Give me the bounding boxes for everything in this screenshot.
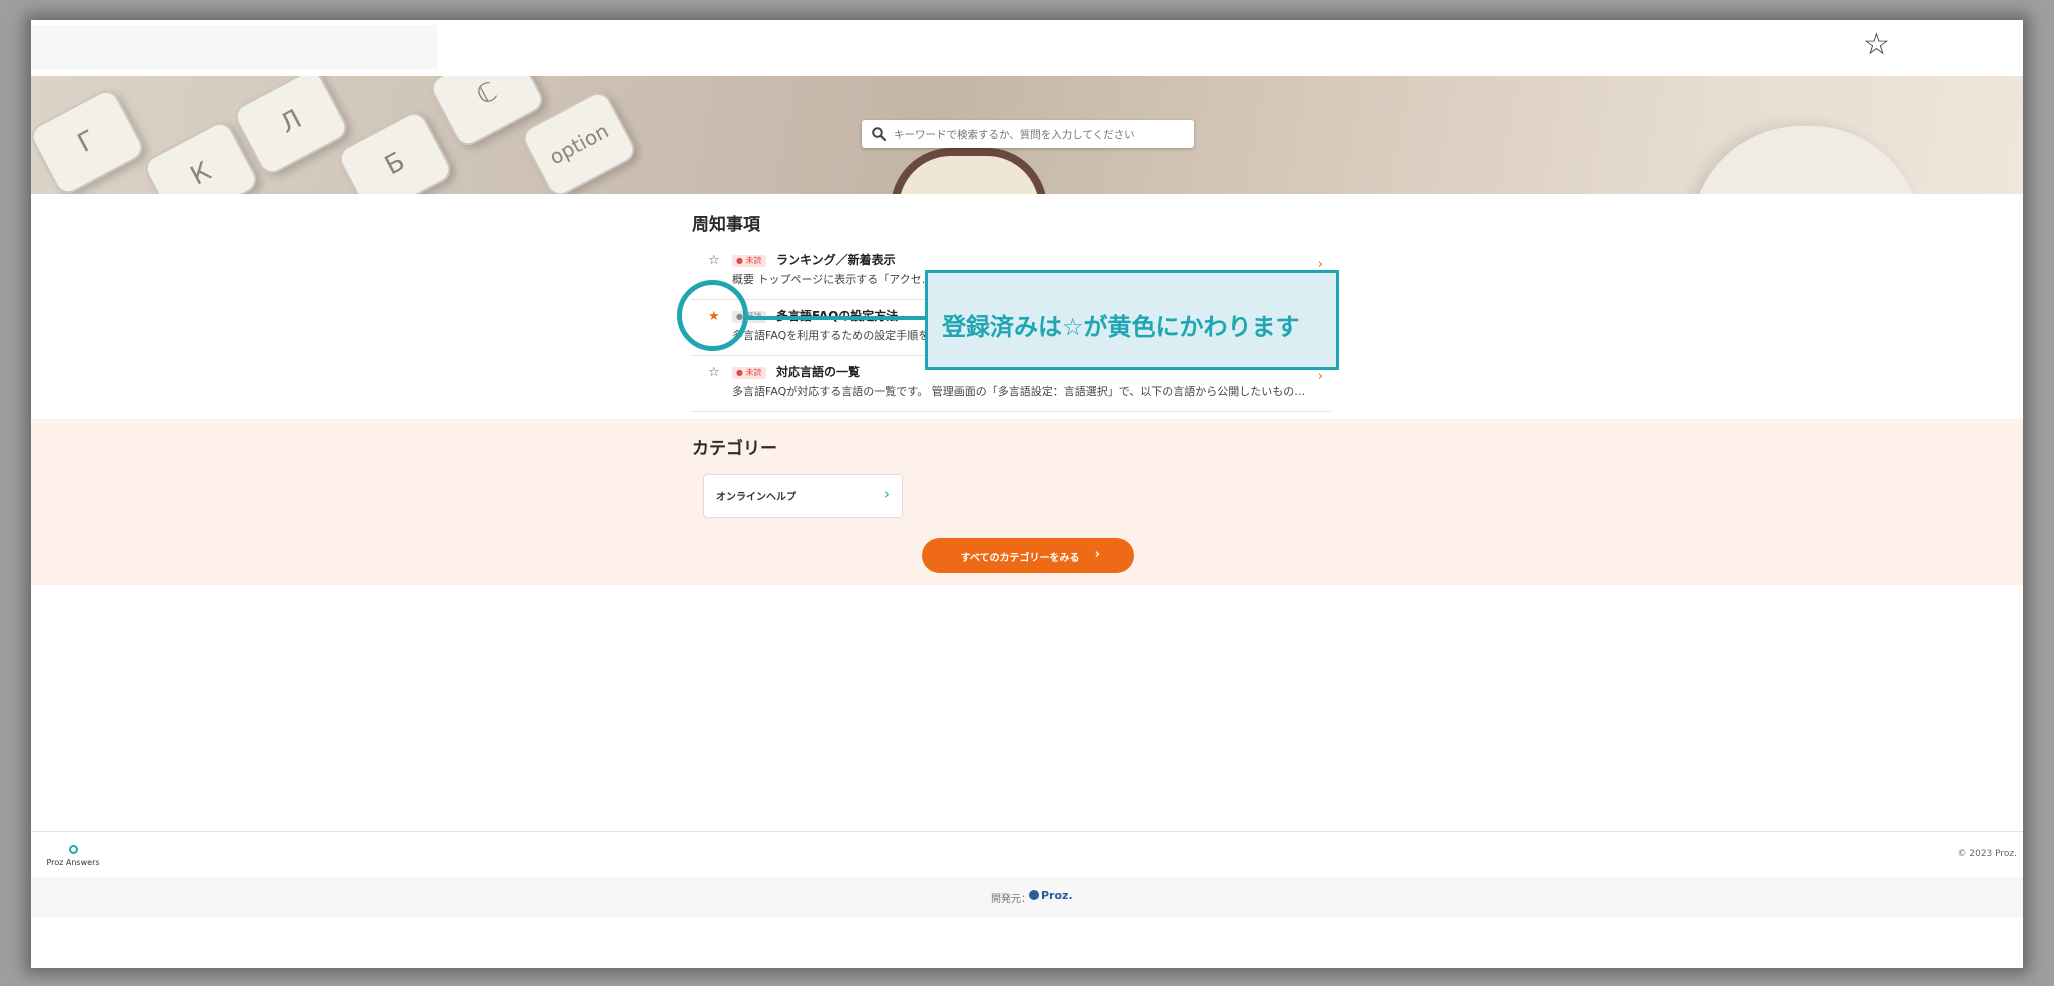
unread-badge: ● 未読: [732, 255, 766, 267]
category-label: オンラインヘルプ: [716, 492, 796, 503]
all-categories-button[interactable]: すべてのカテゴリーをみる ›: [922, 538, 1134, 573]
notices-heading: 周知事項: [692, 215, 760, 235]
hero-mouse-image: [1691, 126, 1921, 194]
developer-bar: 開発元： Proz.: [31, 877, 2023, 917]
proz-logo-icon: [1029, 890, 1039, 900]
footer-brand-name: Proz Answers: [46, 858, 100, 867]
notice-title[interactable]: ランキング／新着表示: [776, 251, 896, 268]
annotation-highlight-circle: [677, 280, 748, 351]
search-input[interactable]: [892, 123, 1192, 147]
chevron-right-icon: ›: [1317, 369, 1323, 384]
favorites-star-icon[interactable]: ☆: [1863, 30, 1890, 60]
footer-divider: [31, 831, 2023, 832]
keyboard-key: Б: [334, 107, 456, 194]
all-categories-label: すべてのカテゴリーをみる: [960, 553, 1080, 564]
proz-answers-logo-icon: [68, 845, 78, 854]
developer-label: 開発元：: [991, 894, 1031, 905]
site-logo-area[interactable]: [31, 25, 437, 69]
annotation-callout: 登録済みは☆が黄色にかわります: [925, 270, 1339, 370]
notice-description: 多言語FAQが対応する言語の一覧です。 管理画面の「多言語設定：言語選択」で、以…: [732, 385, 1312, 398]
developer-name: Proz.: [1041, 889, 1073, 902]
developer-link[interactable]: Proz.: [1029, 889, 1073, 902]
annotation-text: 登録済みは☆が黄色にかわります: [942, 313, 1300, 341]
keyboard-key: Г: [31, 85, 148, 194]
categories-heading: カテゴリー: [692, 439, 777, 459]
chevron-right-icon: ›: [884, 485, 890, 503]
favorite-star-icon[interactable]: ☆: [708, 365, 720, 380]
chevron-right-icon: ›: [1094, 547, 1100, 562]
hero-mouse-image: [891, 148, 1047, 194]
site-header: ☆: [31, 20, 2023, 76]
category-card[interactable]: オンラインヘルプ ›: [703, 474, 903, 518]
search-icon: [872, 127, 887, 142]
unread-badge: ● 未読: [732, 367, 766, 379]
footer-logo[interactable]: Proz Answers: [45, 845, 101, 867]
search-box[interactable]: [862, 120, 1194, 148]
copyright-text: © 2023 Proz.: [1957, 849, 2018, 859]
browser-page: ☆ Г К Л Б ℂ option 周知事項 ☆ ● 未読 ランキング／新着表…: [31, 20, 2023, 968]
notice-title[interactable]: 対応言語の一覧: [776, 363, 860, 380]
favorite-star-icon[interactable]: ☆: [708, 253, 720, 268]
